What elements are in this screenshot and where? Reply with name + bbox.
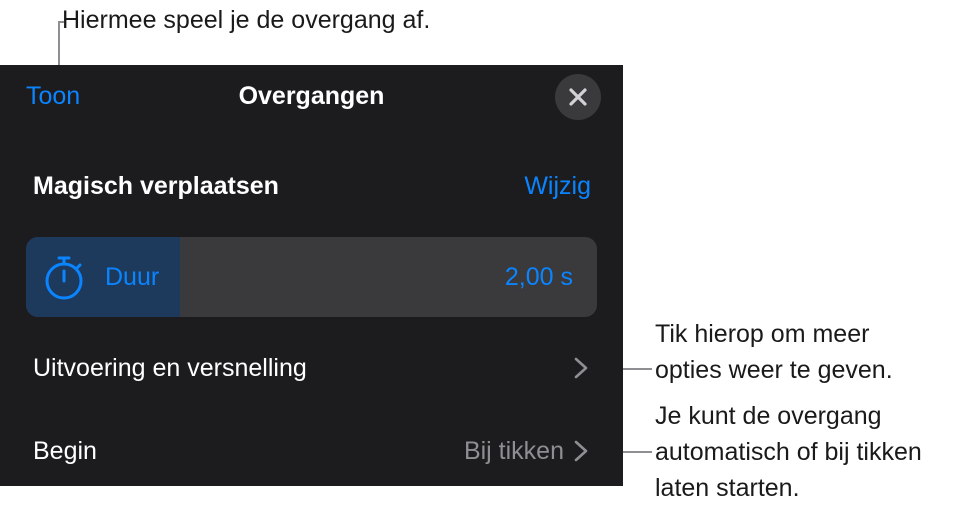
callout-line-text: automatisch of bij tikken [655, 438, 922, 466]
start-label: Begin [33, 437, 97, 465]
transitions-panel: Toon Overgangen Magisch verplaatsen Wijz… [0, 65, 623, 486]
start-row[interactable]: Begin Bij tikken [0, 421, 623, 481]
stopwatch-icon [45, 256, 83, 300]
callout-line-text: Tik hierop om meer [655, 320, 870, 348]
callout-start-options: Je kunt de overgang automatisch of bij t… [655, 398, 922, 506]
duration-label: Duur [105, 263, 160, 291]
callout-line-text: Je kunt de overgang [655, 402, 882, 430]
chevron-right-icon [574, 440, 588, 462]
close-button[interactable] [555, 74, 601, 120]
nav-bar: Toon Overgangen [0, 65, 623, 127]
callout-play: Hiermee speel je de overgang af. [62, 6, 431, 34]
timing-label: Uitvoering en versnelling [33, 354, 307, 382]
callout-more-options: Tik hierop om meer opties weer te geven. [655, 316, 893, 388]
duration-value: 2,00 s [504, 263, 573, 291]
start-value: Bij tikken [463, 437, 564, 465]
close-icon [569, 88, 587, 106]
timing-row[interactable]: Uitvoering en versnelling [0, 338, 623, 398]
callout-line-text: laten starten. [655, 474, 800, 502]
callout-line-text: opties weer te geven. [655, 356, 893, 384]
duration-slider[interactable]: Duur 2,00 s [26, 237, 597, 317]
transition-name: Magisch verplaatsen [33, 172, 279, 200]
chevron-right-icon [574, 357, 588, 379]
panel-title: Overgangen [238, 82, 385, 110]
edit-button[interactable]: Wijzig [524, 169, 591, 203]
